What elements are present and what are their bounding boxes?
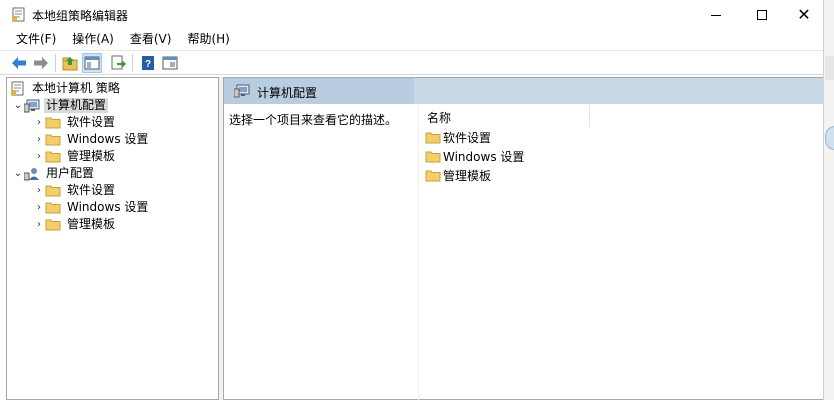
item-description: 选择一个项目来查看它的描述。 [229,113,398,127]
menu-file[interactable]: 文件(F) [8,30,64,49]
tree-item-user-software-settings[interactable]: › 软件设置 [33,182,117,199]
help-button[interactable]: ? [138,53,158,73]
minimize-icon [711,14,721,16]
chevron-right-icon[interactable]: › [33,216,45,233]
list-item-windows-settings[interactable]: Windows 设置 [425,147,524,165]
back-icon [12,57,26,69]
list-item-label: 软件设置 [443,130,492,145]
up-folder-button[interactable] [60,53,80,73]
tree-item-user-config[interactable]: ⌄ 用户配置 [12,165,96,182]
maximize-button[interactable] [739,0,785,30]
background-edge-tab [825,126,834,150]
computer-icon [234,84,250,98]
toolbar-separator [132,54,133,72]
folder-icon [45,184,61,198]
maximize-icon [757,10,767,20]
details-header-title: 计算机配置 [257,86,318,100]
window-title: 本地组策略编辑器 [32,9,129,23]
folder-icon [45,133,61,147]
folder-icon [425,168,441,182]
chevron-down-icon[interactable]: ⌄ [12,97,24,114]
gpedit-window: 本地组策略编辑器 ✕ 文件(F) 操作(A) 查看(V) 帮助(H) ? 本地计… [0,0,824,400]
chevron-right-icon[interactable]: › [33,114,45,131]
console-tree: 本地计算机 策略 ⌄ 计算机配置 › 软件设置 › Windows 设置 › 管… [6,77,219,400]
tree-item-computer-config[interactable]: ⌄ 计算机配置 [12,97,109,114]
minimize-button[interactable] [693,0,739,30]
tree-item-label: 软件设置 [67,115,116,129]
export-list-icon [111,55,126,70]
menu-view[interactable]: 查看(V) [122,30,180,49]
folder-icon [45,116,61,130]
forward-button[interactable] [31,53,51,73]
menu-action[interactable]: 操作(A) [64,30,122,49]
tree-item-label: Windows 设置 [67,200,149,214]
details-pane: 计算机配置 选择一个项目来查看它的描述。 名称 软件设置 Windows 设置 … [223,77,824,400]
properties-icon [162,56,178,70]
policy-document-icon [10,81,26,96]
up-folder-icon [62,57,78,71]
show-hide-tree-icon [84,56,100,70]
list-item-label: Windows 设置 [443,149,525,164]
menu-bar: 文件(F) 操作(A) 查看(V) 帮助(H) [0,30,823,49]
list-item-software-settings[interactable]: 软件设置 [425,128,491,146]
tree-item-label: 管理模板 [67,149,116,163]
close-icon: ✕ [797,5,811,24]
user-icon [24,167,40,181]
chevron-down-icon[interactable]: ⌄ [12,165,24,182]
tree-item-computer-software-settings[interactable]: › 软件设置 [33,114,117,131]
list-item-admin-templates[interactable]: 管理模板 [425,166,491,184]
folder-icon [45,201,61,215]
tree-item-user-windows-settings[interactable]: › Windows 设置 [33,199,150,216]
tree-item-label: Windows 设置 [67,132,149,146]
policy-editor-app-icon [12,7,25,22]
toolbar-separator [55,54,56,72]
tree-item-root[interactable]: 本地计算机 策略 [10,80,122,97]
folder-icon [425,130,441,144]
title-bar[interactable]: 本地组策略编辑器 ✕ [0,0,823,30]
details-header: 计算机配置 [224,78,824,104]
header-gradient [414,78,824,104]
chevron-right-icon[interactable]: › [33,148,45,165]
show-hide-tree-button[interactable] [82,53,102,73]
computer-icon [24,99,40,113]
properties-button[interactable] [160,53,180,73]
folder-icon [45,218,61,232]
tree-item-label: 软件设置 [67,183,116,197]
chevron-right-icon[interactable]: › [33,182,45,199]
back-button[interactable] [9,53,29,73]
toolbar: ? [0,50,823,75]
tree-item-computer-admin-templates[interactable]: › 管理模板 [33,148,117,165]
chevron-right-icon[interactable]: › [33,131,45,148]
tree-item-user-admin-templates[interactable]: › 管理模板 [33,216,117,233]
forward-icon [34,57,48,69]
folder-icon [45,150,61,164]
tree-item-label: 计算机配置 [44,98,109,113]
folder-icon [425,149,441,163]
background-edge-block [825,56,834,80]
column-header-divider[interactable] [589,105,590,127]
export-list-button[interactable] [108,53,128,73]
close-button[interactable]: ✕ [781,0,827,30]
help-icon: ? [142,56,154,70]
column-header-name[interactable]: 名称 [427,109,451,126]
list-item-label: 管理模板 [443,168,492,183]
chevron-right-icon[interactable]: › [33,199,45,216]
tree-item-label: 本地计算机 策略 [32,81,120,95]
tree-item-label: 管理模板 [67,217,116,231]
background-window-edge-right [823,0,834,400]
svg-text:?: ? [145,59,151,70]
menu-help[interactable]: 帮助(H) [179,30,237,49]
tree-item-label: 用户配置 [46,166,95,180]
tree-item-computer-windows-settings[interactable]: › Windows 设置 [33,131,150,148]
column-divider [418,105,419,400]
